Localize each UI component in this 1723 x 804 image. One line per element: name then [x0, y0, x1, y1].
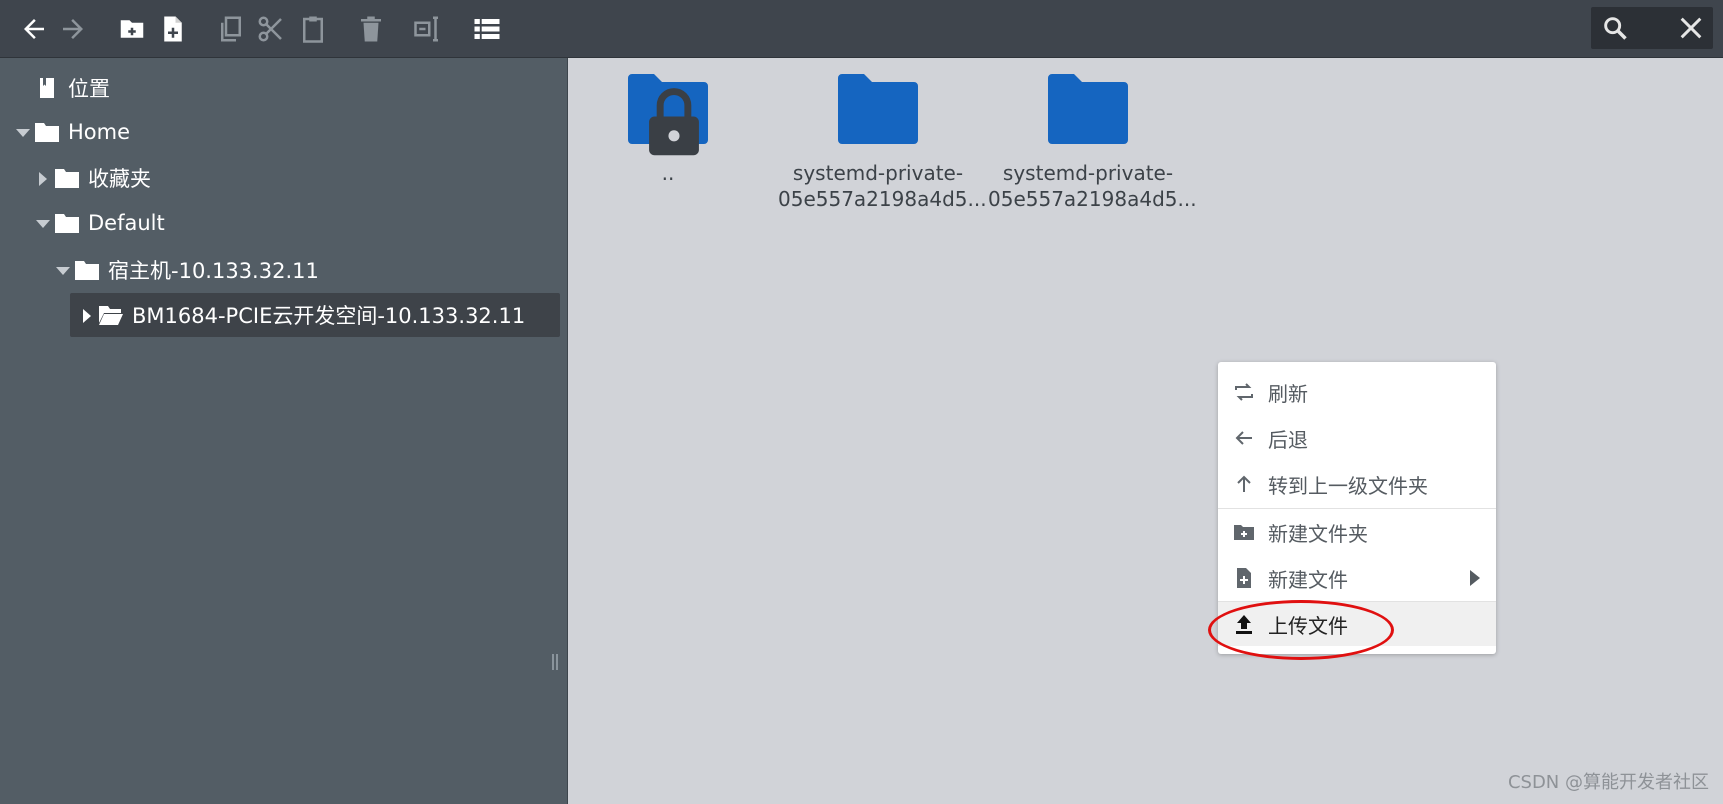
rename-button[interactable]: [411, 12, 445, 46]
file-grid: .. systemd-private- 05e557a2198a4d5... s…: [568, 58, 1723, 804]
sidebar-item-label: 收藏夹: [88, 167, 151, 191]
rename-icon: [414, 16, 438, 42]
refresh-icon: [1232, 380, 1256, 404]
menu-item-label: 新建文件夹: [1268, 521, 1368, 546]
chevron-right-icon: [1470, 570, 1480, 586]
chevron-down-icon[interactable]: [54, 261, 72, 279]
paste-button[interactable]: [296, 12, 330, 46]
menu-item-label: 新建文件: [1268, 567, 1348, 592]
file-name: systemd-private- 05e557a2198a4d5...: [988, 161, 1197, 211]
folder-icon: [54, 166, 80, 190]
file-item-systemd-1[interactable]: systemd-private- 05e557a2198a4d5...: [778, 64, 987, 212]
folder-open-icon: [98, 303, 124, 327]
arrow-right-icon: [63, 19, 83, 39]
sidebar-item-label: 位置: [68, 77, 110, 101]
menu-item-new-folder[interactable]: 新建文件夹: [1218, 510, 1496, 554]
lock-icon: [649, 88, 699, 156]
upload-icon: [1232, 612, 1256, 636]
forward-button[interactable]: [56, 12, 90, 46]
new-file-icon: [1232, 566, 1256, 590]
new-file-icon: [164, 16, 182, 42]
resize-handle[interactable]: [552, 654, 558, 670]
file-name: ..: [661, 161, 675, 185]
delete-icon: [361, 16, 381, 42]
chevron-down-icon[interactable]: [34, 214, 52, 232]
arrow-left-icon: [24, 19, 44, 39]
sidebar-item-label: BM1684-PCIE云开发空间-10.133.32.11: [132, 304, 526, 328]
search-icon[interactable]: [1601, 14, 1629, 42]
chevron-right-icon[interactable]: [34, 169, 52, 187]
menu-item-go-up[interactable]: 转到上一级文件夹: [1218, 462, 1496, 506]
search-box[interactable]: [1591, 7, 1713, 49]
copy-icon: [221, 16, 241, 42]
sidebar-item-label: Default: [88, 211, 165, 235]
folder-icon: [1048, 74, 1128, 144]
folder-icon: [34, 120, 60, 144]
menu-item-label: 上传文件: [1268, 613, 1348, 638]
cut-icon: [258, 16, 282, 42]
menu-item-back[interactable]: 后退: [1218, 416, 1496, 460]
menu-item-new-file[interactable]: 新建文件: [1218, 556, 1496, 600]
arrow-left-icon: [1232, 426, 1256, 450]
sidebar-item-location[interactable]: 位置: [34, 66, 110, 110]
sidebar-item-host[interactable]: 宿主机-10.133.32.11: [54, 248, 319, 292]
new-folder-icon: [120, 20, 144, 38]
sidebar-tree: 位置 Home 收藏夹 Default 宿主机-10.133.32.11 BM1…: [0, 58, 568, 804]
folder-icon: [54, 211, 80, 235]
watermark: CSDN @算能开发者社区: [1507, 772, 1709, 793]
menu-item-refresh[interactable]: 刷新: [1218, 370, 1496, 414]
menu-item-label: 刷新: [1268, 381, 1308, 406]
sidebar-item-label: 宿主机-10.133.32.11: [108, 259, 319, 283]
file-item-parent[interactable]: ..: [568, 64, 768, 186]
copy-button[interactable]: [214, 12, 248, 46]
cut-button[interactable]: [254, 12, 288, 46]
menu-separator: [1218, 508, 1496, 509]
file-item-systemd-2[interactable]: systemd-private- 05e557a2198a4d5...: [988, 64, 1197, 212]
list-view-icon: [474, 19, 500, 39]
chevron-down-icon[interactable]: [14, 123, 32, 141]
sidebar-item-default[interactable]: Default: [34, 201, 165, 245]
close-icon[interactable]: [1677, 14, 1705, 42]
folder-icon: [838, 74, 918, 144]
paste-icon: [303, 16, 323, 43]
file-name: systemd-private- 05e557a2198a4d5...: [778, 161, 987, 211]
delete-button[interactable]: [354, 12, 388, 46]
chevron-right-icon[interactable]: [78, 306, 96, 324]
toolbar: [0, 0, 1723, 58]
new-folder-button[interactable]: [115, 12, 149, 46]
menu-item-label: 后退: [1268, 427, 1308, 452]
sidebar-item-favorites[interactable]: 收藏夹: [34, 156, 151, 200]
menu-item-upload-file[interactable]: 上传文件: [1218, 602, 1496, 646]
arrow-up-icon: [1232, 472, 1256, 496]
folder-icon: [74, 258, 100, 282]
sidebar-item-home[interactable]: Home: [14, 110, 130, 154]
back-button[interactable]: [17, 12, 51, 46]
sidebar-item-label: Home: [68, 120, 131, 144]
new-folder-icon: [1232, 520, 1256, 544]
list-view-button[interactable]: [470, 12, 504, 46]
context-menu: 刷新 后退 转到上一级文件夹 新建文件夹 新建文件 上传文件: [1218, 362, 1496, 654]
new-file-button[interactable]: [156, 12, 190, 46]
menu-item-label: 转到上一级文件夹: [1268, 473, 1428, 498]
sidebar-item-cloud-workspace[interactable]: BM1684-PCIE云开发空间-10.133.32.11: [70, 293, 560, 337]
bookmark-icon: [34, 76, 60, 100]
